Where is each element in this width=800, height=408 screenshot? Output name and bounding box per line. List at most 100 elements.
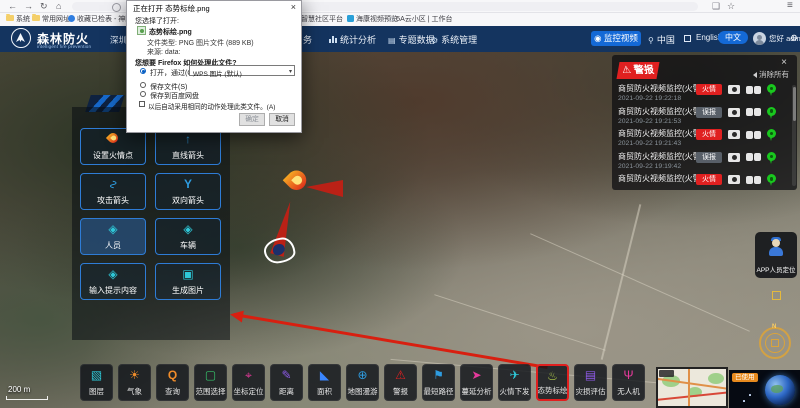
back-icon[interactable]: ← (8, 0, 17, 12)
alert-title-badge: ⚠ 警报 (617, 62, 660, 79)
bar-chart-icon (329, 36, 337, 43)
source-label: 来源: (147, 49, 163, 56)
area-measure-icon: ◣ (309, 369, 340, 382)
fire-point-icon[interactable] (287, 171, 307, 198)
straight-arrow-button[interactable]: ↑ 直线箭头 (155, 128, 221, 165)
bookmark-folder[interactable]: 常用网址 (32, 15, 70, 24)
location-pin-icon[interactable] (767, 174, 777, 186)
binoculars-icon[interactable] (746, 176, 761, 184)
tool-spread-analysis[interactable]: ➤蔓延分析 (460, 364, 493, 401)
speaker-icon (750, 72, 757, 78)
false-alarm-tag-button[interactable]: 误报 (696, 107, 722, 118)
attack-arrow-button[interactable]: ∿ 攻击箭头 (80, 173, 146, 210)
binoculars-icon[interactable] (746, 108, 761, 116)
damage-assess-icon: ▤ (575, 369, 606, 382)
open-with-radio[interactable] (140, 68, 146, 74)
binoculars-icon[interactable] (746, 153, 761, 161)
lang-chinese-pill[interactable]: 中文 (718, 31, 748, 44)
tool-layers[interactable]: ▧图层 (80, 364, 113, 401)
menu-icon[interactable]: ≡ (787, 0, 793, 12)
tool-area[interactable]: ◣面积 (308, 364, 341, 401)
fire-tag-button[interactable]: 火情 (696, 174, 722, 185)
binoculars-icon[interactable] (746, 86, 761, 94)
yellow-marker-icon (772, 291, 781, 300)
personnel-button[interactable]: ◈ 人员 (80, 218, 146, 255)
tool-map-roam[interactable]: ⊕地图漫游 (346, 364, 379, 401)
camera-icon[interactable] (728, 175, 740, 184)
region-selector[interactable]: ⚲中国 (648, 33, 675, 46)
camera-icon[interactable] (728, 130, 740, 139)
location-pin-icon[interactable] (767, 129, 777, 141)
set-fire-point-button[interactable]: 设置火情点 (80, 128, 146, 165)
nav-item-thematic-data[interactable]: ▤专题数据 (388, 33, 435, 46)
user-avatar[interactable] (753, 32, 766, 45)
location-pin-icon[interactable] (767, 84, 777, 96)
nav-item-statistics[interactable]: 统计分析 (329, 33, 376, 46)
nav-item-partial[interactable]: 务 (303, 33, 312, 46)
generate-image-button[interactable]: ▣ 生成图片 (155, 263, 221, 300)
tool-shortest-path[interactable]: ⚑最短路径 (422, 364, 455, 401)
forward-icon[interactable]: → (24, 0, 33, 12)
tool-drone[interactable]: Ψ无人机 (612, 364, 645, 401)
fullscreen-icon[interactable] (684, 35, 691, 42)
opening-label: 您选择了打开: (135, 16, 179, 26)
tool-situation-plot[interactable]: ♨态势标绘 (536, 364, 569, 401)
tool-alarm[interactable]: ⚠警报 (384, 364, 417, 401)
home-icon[interactable]: ⌂ (56, 0, 61, 12)
app-personnel-locate-button[interactable]: APP人员定位 (755, 232, 797, 278)
site-info-icon[interactable] (112, 3, 121, 12)
brand-subtitle: intelligent fire prevention (37, 44, 91, 49)
bookmark-item[interactable]: ⌂5A云小区 | 工作台 (390, 15, 453, 24)
bookmark-star-icon[interactable]: ☆ (727, 0, 735, 12)
settings-gear-icon[interactable]: ⚙ (790, 33, 798, 44)
tool-weather[interactable]: ☀气象 (118, 364, 151, 401)
scrollbar[interactable] (792, 85, 796, 186)
fire-dispatch-icon: ✈ (499, 369, 530, 382)
cancel-button[interactable]: 取消 (269, 113, 295, 126)
layers-icon: ◈ (156, 223, 220, 236)
camera-icon[interactable] (728, 108, 740, 117)
tool-distance[interactable]: ✎距离 (270, 364, 303, 401)
save-file-radio[interactable] (140, 82, 146, 88)
save-cloud-radio[interactable] (140, 91, 146, 97)
alert-panel: ⚠ 警报 × 消除所有 商贸防火视频监控(火警) 2021-09-22 19:2… (612, 55, 797, 190)
fire-tag-button[interactable]: 火情 (696, 129, 722, 140)
camera-icon[interactable] (728, 153, 740, 162)
location-pin-icon[interactable] (767, 152, 777, 164)
nav-item-system-admin[interactable]: ⚙系统管理 (431, 33, 477, 46)
compass-control[interactable]: N (759, 327, 791, 359)
overview-minimap[interactable] (656, 367, 728, 408)
bookmark-folder[interactable]: 系统 (6, 15, 30, 24)
screen: ← → ↻ ⌂ ❑ ☆ ≡ 系统 常用网址 收藏已检表 - 神图 智慧社区平台 … (0, 0, 800, 408)
alert-row: 商贸防火视频监控(火警) 2021-09-22 19:19:42 误报 (618, 152, 791, 175)
false-alarm-tag-button[interactable]: 误报 (696, 152, 722, 163)
download-dialog: 正在打开 态势标绘.png × 您选择了打开: 态势标绘.png 文件类型: P… (126, 0, 302, 133)
tool-damage-assess[interactable]: ▤灾损评估 (574, 364, 607, 401)
alert-row: 商贸防火视频监控(火警) 2021-09-22 19:21:43 火情 (618, 129, 791, 152)
remember-checkbox[interactable] (139, 101, 145, 107)
image-icon: ▣ (156, 268, 220, 281)
binoculars-icon[interactable] (746, 131, 761, 139)
location-pin-icon[interactable] (767, 107, 777, 119)
tool-fire-dispatch[interactable]: ✈火情下发 (498, 364, 531, 401)
ok-button[interactable]: 确定 (239, 113, 265, 126)
fire-tag-button[interactable]: 火情 (696, 84, 722, 95)
globe-view-switcher[interactable]: 已使用 (729, 370, 800, 408)
flame-icon (81, 133, 145, 146)
extensions-icon[interactable]: ❑ (712, 0, 720, 12)
camera-icon[interactable] (728, 85, 740, 94)
clear-all-button[interactable]: 消除所有 (750, 69, 789, 80)
double-arrow-button[interactable]: Y 双向箭头 (155, 173, 221, 210)
vehicles-button[interactable]: ◈ 车辆 (155, 218, 221, 255)
open-with-select[interactable]: WPS 图片 (默认) ▾ (189, 65, 295, 76)
warning-icon: ⚠ (621, 62, 633, 79)
bookmark-item[interactable]: 收藏已检表 - 神图 (68, 15, 132, 24)
close-icon[interactable]: × (291, 2, 296, 12)
close-icon[interactable]: × (781, 57, 787, 68)
input-hint-button[interactable]: ◈ 输入提示内容 (80, 263, 146, 300)
tool-range-select[interactable]: ▢范围选择 (194, 364, 227, 401)
tool-coordinate-locate[interactable]: ⌖坐标定位 (232, 364, 265, 401)
tool-search[interactable]: Q查询 (156, 364, 189, 401)
monitor-video-button[interactable]: ◉ 监控视频 (591, 31, 641, 46)
reload-icon[interactable]: ↻ (40, 0, 48, 12)
